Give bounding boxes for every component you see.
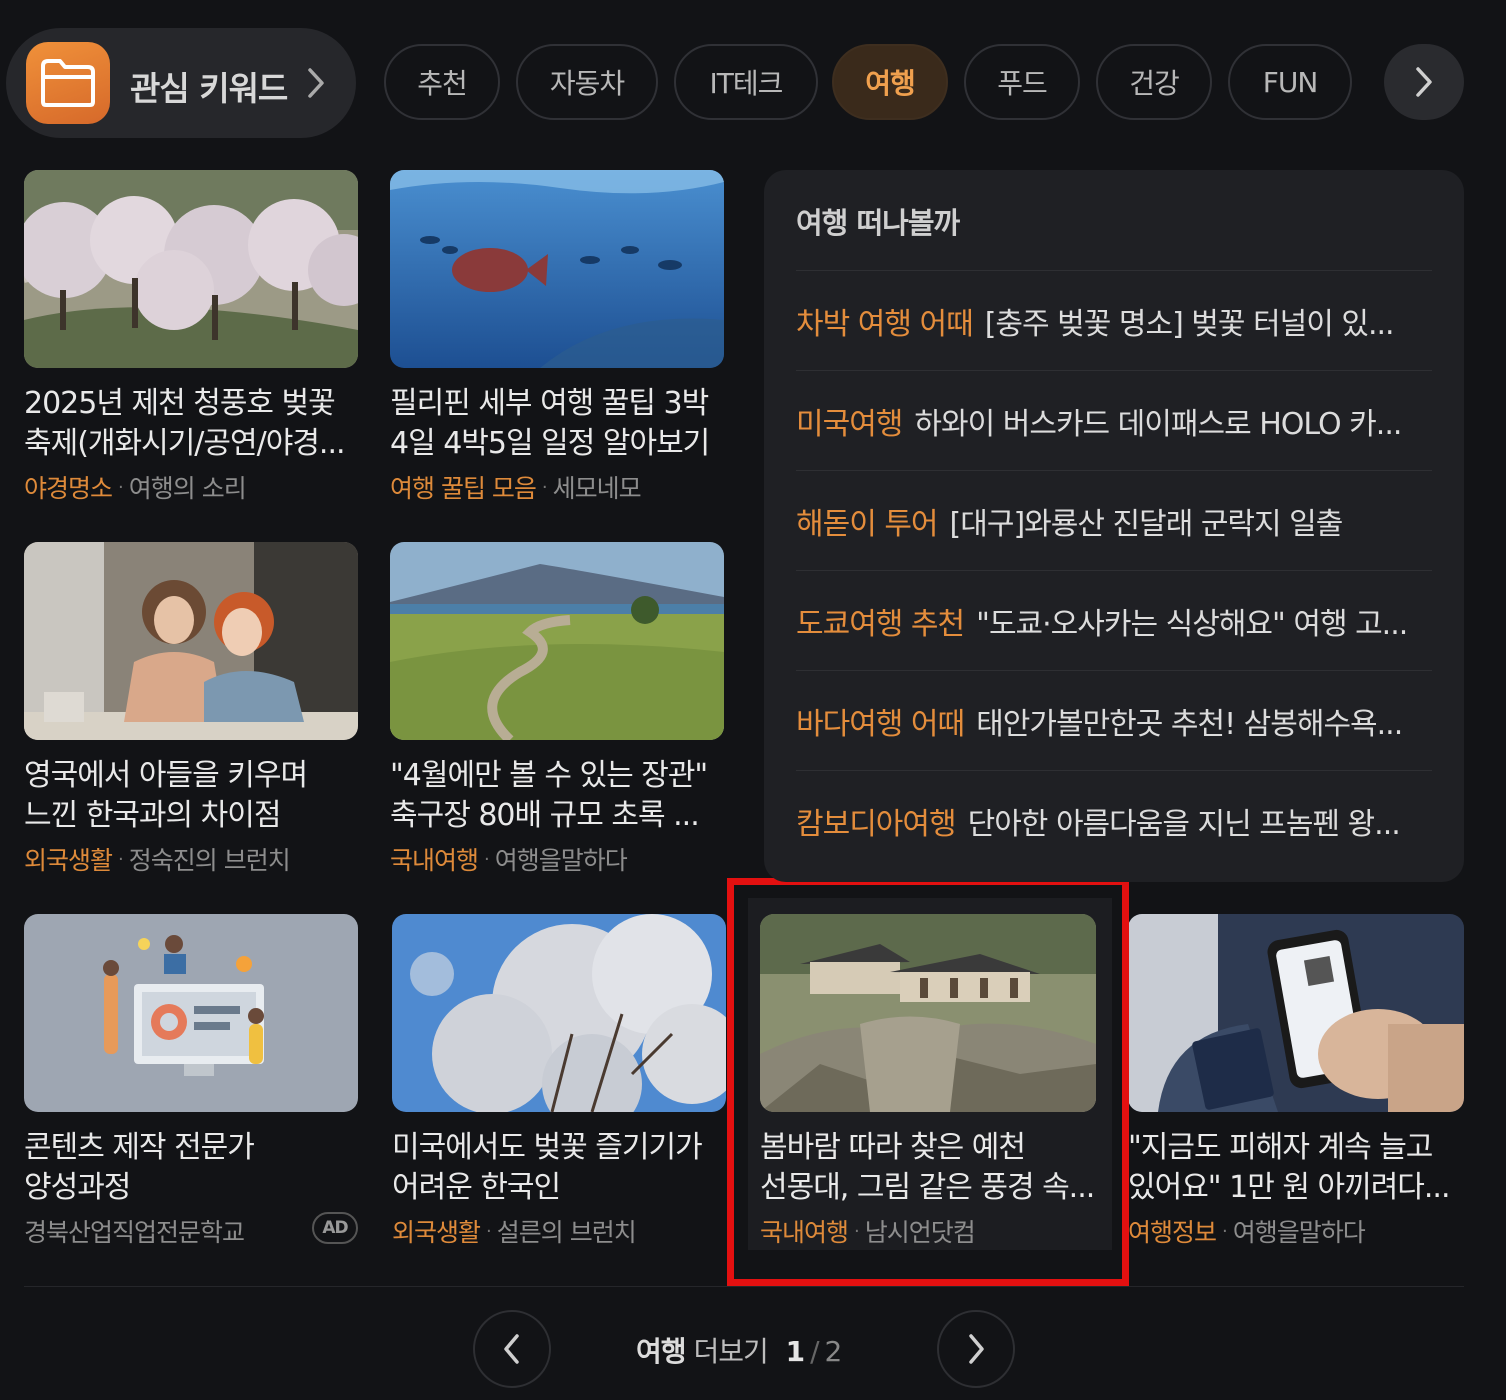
article-title: "지금도 피해자 계속 늘고 있어요" 1만 원 아끼려다... (1128, 1130, 1451, 1205)
article-category: 국내여행 (390, 846, 479, 875)
panel-item-keyword: 해돋이 투어 (796, 506, 939, 542)
article-thumbnail (24, 170, 358, 368)
tab-health[interactable]: 건강 (1096, 44, 1212, 120)
article-thumbnail (1128, 914, 1464, 1112)
panel-item-text: [대구]와룡산 진달래 군락지 일출 (949, 506, 1343, 542)
article-meta: 외국생활 · 정숙진의 브런치 (24, 841, 358, 877)
panel-item-keyword: 차박 여행 어때 (796, 306, 974, 342)
article-source: 여행을말하다 (1232, 1218, 1366, 1247)
chevron-left-icon (504, 1334, 519, 1364)
ad-badge: AD (312, 1212, 358, 1244)
tab-recommend[interactable]: 추천 (384, 44, 500, 120)
pagination-total: 2 (824, 1335, 843, 1368)
article-title: 콘텐츠 제작 전문가 양성과정 (24, 1130, 255, 1205)
separator-dot: · (484, 848, 490, 870)
pagination-current: 1 (785, 1335, 806, 1368)
chevron-right-icon (308, 68, 324, 98)
panel-item-keyword: 도쿄여행 추천 (796, 606, 965, 642)
article-meta: 외국생활 · 설른의 브런치 (392, 1213, 726, 1249)
pagination-more-label: 더보기 (693, 1335, 768, 1368)
separator-dot: · (486, 1220, 492, 1242)
next-page-button[interactable] (937, 1310, 1015, 1388)
article-thumbnail (24, 914, 358, 1112)
article-title: "4월에만 볼 수 있는 장관" 축구장 80배 규모 초록 ... (390, 758, 708, 833)
article-thumbnail (24, 542, 358, 740)
article-thumbnail (390, 170, 724, 368)
article-source: 세모네모 (552, 474, 642, 503)
tab-car[interactable]: 자동차 (516, 44, 658, 120)
panel-list-item[interactable]: 차박 여행 어때 [충주 벚꽃 명소] 벚꽃 터널이 있... (796, 270, 1432, 370)
panel-item-text: [충주 벚꽃 명소] 벚꽃 터널이 있... (984, 306, 1394, 342)
article-source: 정숙진의 브런치 (128, 846, 291, 875)
panel-item-text: "도쿄·오사카는 식상해요" 여행 고... (976, 606, 1408, 642)
selection-highlight-box (727, 878, 1129, 1286)
article-thumbnail (392, 914, 726, 1112)
article-title: 영국에서 아들을 키우며 느낀 한국과의 차이점 (24, 758, 308, 833)
article-category: 외국생활 (392, 1218, 481, 1247)
interest-keyword-button[interactable]: 관심 키워드 (6, 28, 356, 138)
advertiser-name: 경북산업직업전문학교 (24, 1218, 245, 1247)
tab-it-tech[interactable]: IT테크 (674, 44, 818, 120)
panel-list-item[interactable]: 도쿄여행 추천 "도쿄·오사카는 식상해요" 여행 고... (796, 570, 1432, 670)
article-source: 설른의 브런치 (496, 1218, 637, 1247)
pagination-label: 여행 더보기 1/2 (636, 1330, 843, 1370)
article-source: 여행의 소리 (128, 474, 247, 503)
panel-list-item[interactable]: 캄보디아여행 단아한 아름다움을 지닌 프놈펜 왕... (796, 770, 1432, 870)
panel-list-item[interactable]: 미국여행 하와이 버스카드 데이패스로 HOLO 카... (796, 370, 1432, 470)
article-meta: 여행 꿀팁 모음 · 세모네모 (390, 469, 724, 505)
panel-list-item[interactable]: 해돋이 투어 [대구]와룡산 진달래 군락지 일출 (796, 470, 1432, 570)
tabs-next-button[interactable] (1384, 44, 1464, 120)
divider (24, 1286, 1464, 1287)
article-meta: 여행정보 · 여행을말하다 (1128, 1213, 1464, 1249)
pagination-category: 여행 (636, 1335, 687, 1368)
article-thumbnail (390, 542, 724, 740)
article-title: 필리핀 세부 여행 꿀팁 3박 4일 4박5일 일정 알아보기 (390, 386, 710, 461)
separator-dot: · (1222, 1220, 1228, 1242)
panel-list: 차박 여행 어때 [충주 벚꽃 명소] 벚꽃 터널이 있... 미국여행 하와이… (796, 270, 1432, 870)
panel-title: 여행 떠나볼까 (796, 206, 960, 240)
article-card[interactable]: 필리핀 세부 여행 꿀팁 3박 4일 4박5일 일정 알아보기 여행 꿀팁 모음… (390, 170, 724, 505)
tab-food[interactable]: 푸드 (964, 44, 1080, 120)
chevron-right-icon (1416, 67, 1432, 97)
panel-item-keyword: 미국여행 (796, 406, 903, 442)
pagination-separator: / (810, 1335, 819, 1368)
separator-dot: · (118, 848, 124, 870)
article-category: 야경명소 (24, 474, 113, 503)
separator-dot: · (541, 476, 548, 498)
article-meta: 야경명소 · 여행의 소리 (24, 469, 358, 505)
tab-fun[interactable]: FUN (1228, 44, 1352, 120)
panel-item-text: 단아한 아름다움을 지닌 프놈펜 왕... (967, 806, 1400, 842)
article-title: 2025년 제천 청풍호 벚꽃 축제(개화시기/공연/야경... (24, 386, 346, 461)
article-meta: 국내여행 · 여행을말하다 (390, 841, 724, 877)
separator-dot: · (118, 476, 124, 498)
travel-panel: 여행 떠나볼까 차박 여행 어때 [충주 벚꽃 명소] 벚꽃 터널이 있... … (764, 170, 1464, 882)
article-card[interactable]: 영국에서 아들을 키우며 느낀 한국과의 차이점 외국생활 · 정숙진의 브런치 (24, 542, 358, 877)
article-category: 여행정보 (1128, 1218, 1217, 1247)
article-category: 외국생활 (24, 846, 113, 875)
article-card[interactable]: 미국에서도 벚꽃 즐기기가 어려운 한국인 외국생활 · 설른의 브런치 (392, 914, 726, 1249)
chevron-right-icon (969, 1334, 984, 1364)
panel-list-item[interactable]: 바다여행 어때 태안가볼만한곳 추천! 삼봉해수욕... (796, 670, 1432, 770)
prev-page-button[interactable] (473, 1310, 551, 1388)
article-meta: 경북산업직업전문학교 AD (24, 1212, 358, 1249)
ad-card[interactable]: 콘텐츠 제작 전문가 양성과정 경북산업직업전문학교 AD (24, 914, 358, 1249)
article-source: 여행을말하다 (494, 846, 628, 875)
interest-keyword-label: 관심 키워드 (130, 69, 288, 108)
panel-item-keyword: 바다여행 어때 (796, 706, 965, 742)
article-card[interactable]: "4월에만 볼 수 있는 장관" 축구장 80배 규모 초록 ... 국내여행 … (390, 542, 724, 877)
folder-icon (26, 42, 110, 124)
article-category: 여행 꿀팁 모음 (390, 474, 537, 503)
panel-item-text: 하와이 버스카드 데이패스로 HOLO 카... (914, 406, 1402, 442)
tab-travel[interactable]: 여행 (832, 44, 948, 120)
article-card[interactable]: 2025년 제천 청풍호 벚꽃 축제(개화시기/공연/야경... 야경명소 · … (24, 170, 358, 505)
article-title: 미국에서도 벚꽃 즐기기가 어려운 한국인 (392, 1130, 703, 1205)
panel-item-keyword: 캄보디아여행 (796, 806, 957, 842)
article-card[interactable]: "지금도 피해자 계속 늘고 있어요" 1만 원 아끼려다... 여행정보 · … (1128, 914, 1464, 1249)
panel-item-text: 태안가볼만한곳 추천! 삼봉해수욕... (976, 706, 1403, 742)
